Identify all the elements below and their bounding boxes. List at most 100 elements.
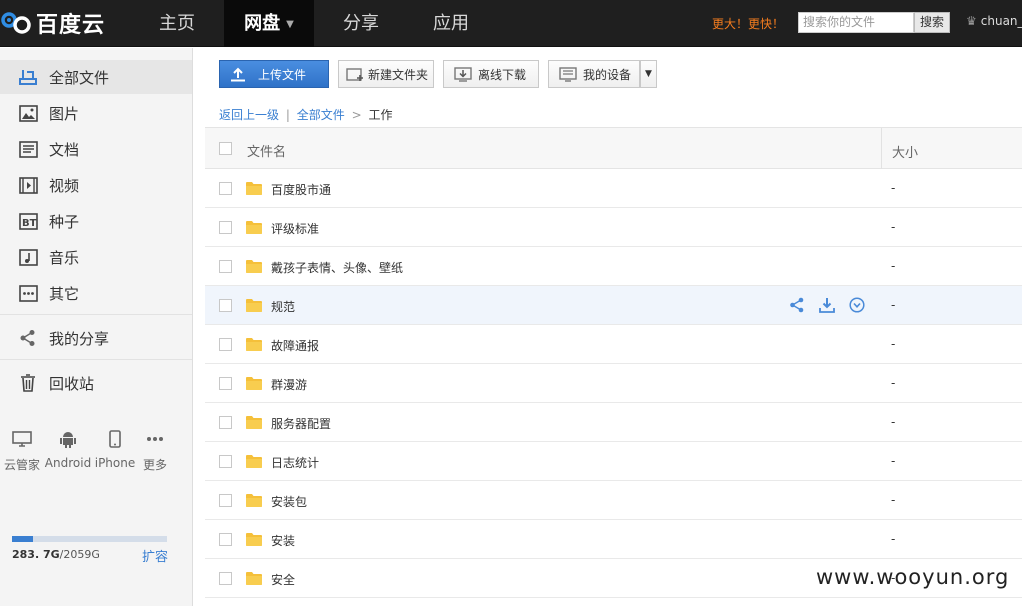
- folder-icon: [246, 415, 262, 429]
- file-name[interactable]: 故障通报: [271, 337, 319, 354]
- file-size: -: [891, 259, 896, 273]
- new-folder-button[interactable]: 新建文件夹: [338, 60, 434, 88]
- sidebar-item-torrents[interactable]: BT 种子: [0, 204, 192, 238]
- folder-icon: [246, 532, 262, 546]
- nav-apps[interactable]: 应用: [414, 0, 488, 47]
- file-name[interactable]: 百度股市通: [271, 181, 331, 198]
- column-filename[interactable]: 文件名: [247, 141, 286, 160]
- row-checkbox[interactable]: [219, 377, 232, 390]
- share-icon[interactable]: [789, 297, 805, 316]
- sidebar-divider: [0, 314, 192, 315]
- top-nav-bar: 百度云 主页 网盘 ▼ 分享 应用 更大！更快！ 搜索你的文件 搜索 ♛ chuan…: [0, 0, 1022, 47]
- file-name[interactable]: 规范: [271, 298, 295, 315]
- file-name[interactable]: 戴孩子表情、头像、壁纸: [271, 259, 403, 276]
- desktop-icon: [0, 430, 47, 448]
- table-row[interactable]: 规范 -: [205, 286, 1022, 325]
- file-name[interactable]: 安装: [271, 532, 295, 549]
- search-button[interactable]: 搜索: [914, 12, 950, 33]
- file-size: -: [891, 220, 896, 234]
- row-checkbox[interactable]: [219, 221, 232, 234]
- table-row[interactable]: 评级标准 -: [205, 208, 1022, 247]
- sidebar-item-label: 图片: [49, 104, 80, 123]
- new-folder-icon: [346, 67, 364, 82]
- folder-icon: [246, 181, 262, 195]
- table-row[interactable]: 群漫游 -: [205, 364, 1022, 403]
- sidebar-item-docs[interactable]: 文档: [0, 132, 192, 166]
- upload-button[interactable]: 上传文件: [219, 60, 329, 88]
- sidebar-item-label: 全部文件: [49, 68, 110, 87]
- chevron-down-icon: ▼: [286, 18, 294, 30]
- file-name[interactable]: 日志统计: [271, 454, 319, 471]
- sidebar-divider: [0, 359, 192, 360]
- folder-icon: [246, 454, 262, 468]
- table-row[interactable]: 戴孩子表情、头像、壁纸 -: [205, 247, 1022, 286]
- row-checkbox[interactable]: [219, 338, 232, 351]
- expand-storage-link[interactable]: 扩容: [142, 546, 168, 565]
- vip-crown-icon: ♛: [966, 14, 977, 28]
- device-more[interactable]: 更多: [130, 430, 180, 473]
- sidebar-item-videos[interactable]: 视频: [0, 168, 192, 202]
- upload-label: 上传文件: [258, 67, 307, 82]
- back-link[interactable]: 返回上一级: [219, 108, 279, 122]
- music-icon: [18, 247, 38, 267]
- nav-share[interactable]: 分享: [324, 0, 398, 47]
- table-row[interactable]: 安装 -: [205, 520, 1022, 559]
- download-icon[interactable]: [819, 297, 835, 316]
- nav-netdisk[interactable]: 网盘 ▼: [224, 0, 314, 47]
- folder-icon: [246, 259, 262, 273]
- baidu-cloud-logo[interactable]: 百度云: [0, 4, 130, 42]
- row-checkbox[interactable]: [219, 533, 232, 546]
- sidebar-item-my-share[interactable]: 我的分享: [0, 321, 192, 355]
- nav-home[interactable]: 主页: [140, 0, 214, 47]
- my-devices-button[interactable]: 我的设备: [548, 60, 640, 88]
- row-checkbox[interactable]: [219, 494, 232, 507]
- column-divider: [881, 128, 882, 169]
- table-row[interactable]: 百度股市通 -: [205, 169, 1022, 208]
- column-size[interactable]: 大小: [892, 142, 918, 161]
- promo-link[interactable]: 更大！更快！: [712, 15, 784, 32]
- row-checkbox[interactable]: [219, 260, 232, 273]
- row-checkbox[interactable]: [219, 182, 232, 195]
- select-all-checkbox[interactable]: [219, 142, 232, 155]
- sidebar-item-all-files[interactable]: 全部文件: [0, 60, 192, 94]
- table-row[interactable]: 服务器配置 -: [205, 403, 1022, 442]
- offline-download-button[interactable]: 离线下载: [443, 60, 539, 88]
- row-checkbox[interactable]: [219, 299, 232, 312]
- sidebar-item-music[interactable]: 音乐: [0, 240, 192, 274]
- file-name[interactable]: 群漫游: [271, 376, 307, 393]
- more-icon: [130, 430, 180, 448]
- sidebar-item-recycle-bin[interactable]: 回收站: [0, 366, 192, 400]
- breadcrumb-root[interactable]: 全部文件: [297, 108, 345, 122]
- table-row[interactable]: 安装包 -: [205, 481, 1022, 520]
- device-android[interactable]: Android: [43, 430, 93, 470]
- all-files-icon: [18, 67, 38, 87]
- file-name[interactable]: 安全: [271, 571, 295, 588]
- user-menu[interactable]: ♛ chuan_: [966, 14, 1022, 28]
- storage-quota-fill: [12, 536, 34, 542]
- device-desktop[interactable]: 云管家: [0, 430, 47, 473]
- my-devices-dropdown[interactable]: ▼: [640, 60, 657, 88]
- quota-used: 283. 7G: [12, 548, 60, 561]
- share-icon: [18, 328, 38, 348]
- row-checkbox[interactable]: [219, 416, 232, 429]
- file-size: -: [891, 376, 896, 390]
- username: chuan_: [980, 14, 1022, 28]
- folder-icon: [246, 220, 262, 234]
- file-size: -: [891, 493, 896, 507]
- sidebar-item-images[interactable]: 图片: [0, 96, 192, 130]
- file-name[interactable]: 安装包: [271, 493, 307, 510]
- sidebar-item-other[interactable]: 其它: [0, 276, 192, 310]
- sidebar-item-label: 我的分享: [49, 329, 110, 348]
- table-row[interactable]: 故障通报 -: [205, 325, 1022, 364]
- storage-quota-bar: [12, 536, 167, 542]
- bt-torrent-icon: BT: [18, 211, 38, 231]
- more-options-icon[interactable]: [849, 297, 865, 316]
- row-checkbox[interactable]: [219, 455, 232, 468]
- upload-icon: [230, 67, 246, 82]
- sidebar-item-label: 种子: [49, 212, 80, 231]
- row-checkbox[interactable]: [219, 572, 232, 585]
- search-input[interactable]: 搜索你的文件: [798, 12, 914, 33]
- table-row[interactable]: 日志统计 -: [205, 442, 1022, 481]
- file-name[interactable]: 服务器配置: [271, 415, 331, 432]
- file-name[interactable]: 评级标准: [271, 220, 319, 237]
